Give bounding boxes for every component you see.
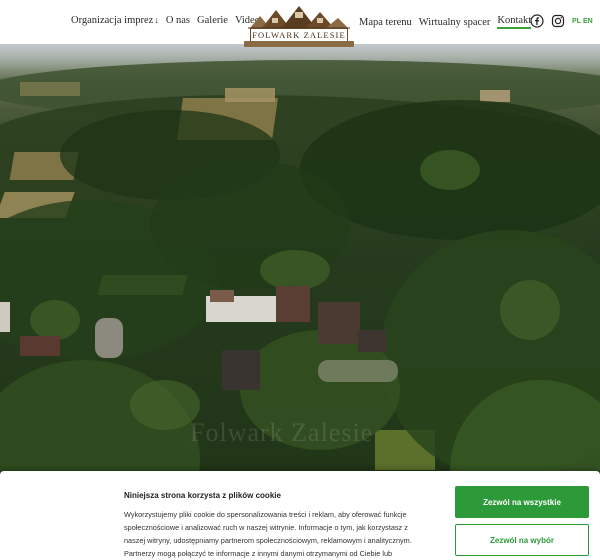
- nav-item-organizacja-imprez[interactable]: Organizacja imprez↓: [71, 15, 159, 26]
- cookie-consent-banner: Niniejsza strona korzysta z plików cooki…: [0, 471, 600, 560]
- site-header: Organizacja imprez↓ O nas Galerie Video …: [0, 0, 600, 47]
- nav-item-kontakt[interactable]: Kontakt: [497, 15, 532, 29]
- allow-selection-button[interactable]: Zezwól na wybór: [455, 524, 589, 556]
- nav-item-mapa-terenu[interactable]: Mapa terenu: [359, 17, 412, 28]
- nav-item-wirtualny-spacer[interactable]: Wirtualny spacer: [419, 17, 491, 28]
- nav-item-o-nas[interactable]: O nas: [166, 15, 190, 26]
- courtyard: [318, 360, 398, 382]
- farm-field: [225, 88, 275, 102]
- main-nav-right: Mapa terenu Wirtualny spacer Kontakt: [359, 15, 538, 29]
- main-nav-left: Organizacja imprez↓ O nas Galerie Video: [71, 15, 267, 26]
- instagram-icon[interactable]: [551, 14, 565, 28]
- site-logo[interactable]: FOLWARK ZALESIE: [242, 2, 356, 48]
- road: [95, 318, 123, 358]
- house-roof: [20, 336, 60, 356]
- tree-cluster: [500, 280, 560, 340]
- hero-watermark: Folwark Zalesie: [190, 418, 374, 447]
- nav-item-label: Organizacja imprez: [71, 15, 154, 26]
- language-en-link[interactable]: EN: [583, 18, 593, 25]
- logo-base-bar: [244, 41, 354, 47]
- manor-roof: [318, 302, 360, 344]
- facebook-icon[interactable]: [530, 14, 544, 28]
- farm-field: [20, 82, 80, 96]
- nav-item-galerie[interactable]: Galerie: [197, 15, 228, 26]
- accept-all-cookies-button[interactable]: Zezwól na wszystkie: [455, 486, 589, 518]
- cookie-banner-body: Wykorzystujemy pliki cookie do spersonal…: [124, 510, 412, 558]
- chapel-roof: [222, 350, 260, 390]
- tree-cluster: [30, 300, 80, 340]
- language-pl-link[interactable]: PL: [572, 18, 581, 25]
- house: [0, 302, 10, 332]
- logo-wordmark: FOLWARK ZALESIE: [250, 28, 348, 42]
- tree-cluster: [420, 150, 480, 190]
- manor-roof: [210, 290, 234, 302]
- manor-roof: [358, 330, 386, 352]
- manor-roof: [276, 286, 310, 322]
- tree-cluster: [260, 250, 330, 290]
- chevron-down-icon: ↓: [154, 15, 159, 25]
- cookie-banner-title: Niniejsza strona korzysta z plików cooki…: [124, 491, 281, 500]
